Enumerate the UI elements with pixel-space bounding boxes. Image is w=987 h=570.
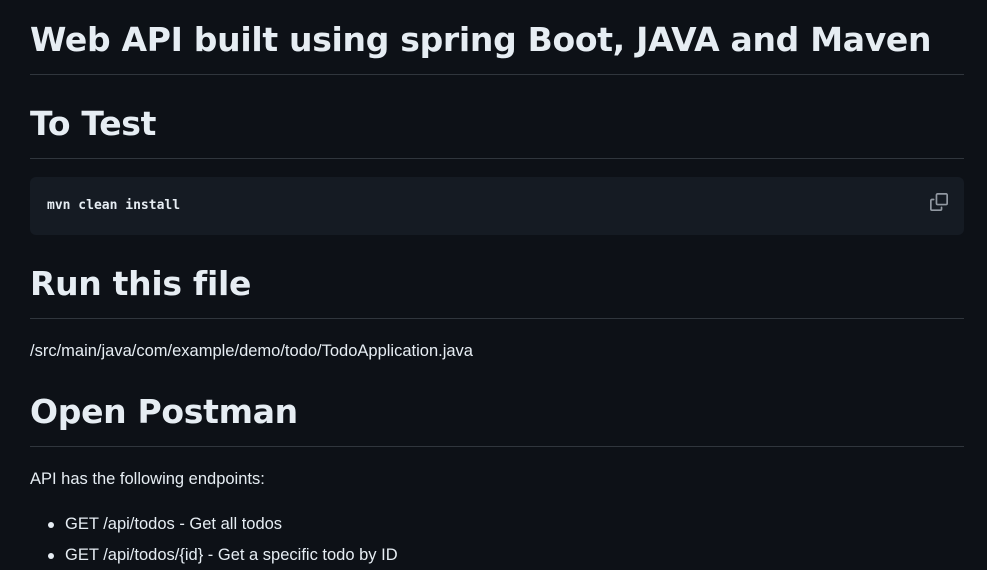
endpoint-list: GET /api/todos - Get all todos GET /api/… xyxy=(30,512,398,570)
page-title: Web API built using spring Boot, JAVA an… xyxy=(30,20,932,59)
heading-divider xyxy=(30,74,964,75)
endpoint-text: GET /api/todos - Get all todos xyxy=(65,515,283,533)
copy-icon[interactable] xyxy=(930,193,948,211)
list-item: GET /api/todos/{id} - Get a specific tod… xyxy=(30,543,398,570)
section-heading-to-test: To Test xyxy=(30,104,157,143)
section-heading-run-this-file: Run this file xyxy=(30,264,252,303)
bullet-icon xyxy=(48,522,54,528)
code-text: mvn clean install xyxy=(47,198,181,213)
bullet-icon xyxy=(48,553,54,559)
code-block: mvn clean install xyxy=(30,177,964,235)
endpoints-intro-text: API has the following endpoints: xyxy=(30,470,265,488)
file-path-text: /src/main/java/com/example/demo/todo/Tod… xyxy=(30,342,473,360)
heading-divider xyxy=(30,318,964,319)
endpoint-text: GET /api/todos/{id} - Get a specific tod… xyxy=(65,546,398,564)
heading-divider xyxy=(30,158,964,159)
section-heading-open-postman: Open Postman xyxy=(30,392,298,431)
heading-divider xyxy=(30,446,964,447)
list-item: GET /api/todos - Get all todos xyxy=(30,512,398,543)
